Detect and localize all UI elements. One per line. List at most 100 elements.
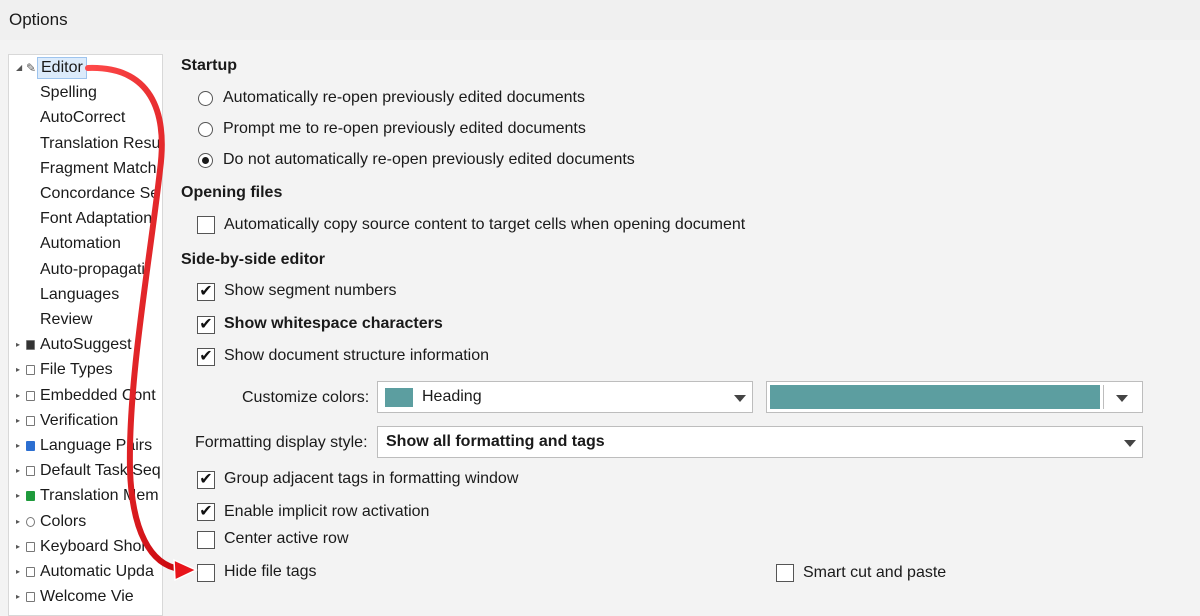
tree-item-label: Translation Resu xyxy=(40,134,161,152)
tree-item-label: File Types xyxy=(40,361,113,379)
tree-item-label: Spelling xyxy=(40,84,97,102)
tree-item-label: Auto-propagati xyxy=(40,260,145,278)
tree-item-verification[interactable]: ▸ Verification xyxy=(9,409,162,433)
chevron-down-icon xyxy=(1116,395,1128,402)
options-tree[interactable]: ◢ ✎ Editor Spelling AutoCorrect Translation R… xyxy=(8,54,163,616)
language-pairs-icon xyxy=(26,441,35,451)
reopen-auto-radio[interactable] xyxy=(198,91,213,106)
tree-item-default-task-seq[interactable]: ▸ Default Task Seq xyxy=(9,459,162,483)
reopen-never-label: Do not automatically re-open previously … xyxy=(223,151,635,168)
tree-item-colors[interactable]: ▸ Colors xyxy=(9,510,162,534)
pencil-icon: ✎ xyxy=(26,61,37,75)
tree-item-label: Language Pairs xyxy=(40,437,153,454)
tree-item-embedded-cont[interactable]: ▸ Embedded Cont xyxy=(9,384,162,408)
structure-info-label: Show document structure information xyxy=(224,347,490,364)
chevron-down-icon xyxy=(1124,440,1136,447)
expand-arrow-icon[interactable]: ▸ xyxy=(16,333,20,357)
colors-icon xyxy=(26,516,35,527)
tree-item-fragment-match[interactable]: Fragment Match xyxy=(9,157,162,181)
expand-arrow-icon[interactable]: ▸ xyxy=(16,384,20,408)
smart-cut-label: Smart cut and paste xyxy=(803,564,947,581)
tree-item-label: Verification xyxy=(40,411,119,429)
tree-item-concordance-se[interactable]: Concordance Se xyxy=(9,182,162,206)
expand-arrow-icon[interactable]: ▸ xyxy=(16,459,20,483)
tree-item-label: Fragment Match xyxy=(40,159,157,177)
expand-arrow-icon[interactable]: ▸ xyxy=(16,409,20,433)
tree-item-label: Concordance Se xyxy=(40,185,160,202)
tree-item-label: Welcome Vie xyxy=(40,588,134,606)
autosuggest-icon xyxy=(26,340,35,351)
expand-arrow-icon[interactable]: ▸ xyxy=(16,560,20,584)
expand-arrow-icon[interactable]: ▸ xyxy=(16,535,20,559)
tree-item-label: AutoCorrect xyxy=(40,109,126,127)
implicit-row-checkbox[interactable] xyxy=(197,503,215,521)
tree-item-translation-resu[interactable]: Translation Resu xyxy=(9,132,162,156)
tree-item-autocorrect[interactable]: AutoCorrect xyxy=(9,106,162,130)
formatting-style-dropdown[interactable]: Show all formatting and tags xyxy=(377,426,1143,458)
tree-item-language-pairs[interactable]: ▸ Language Pairs xyxy=(9,434,162,458)
expand-arrow-icon[interactable]: ▸ xyxy=(16,585,20,609)
group-tags-checkbox[interactable] xyxy=(197,471,215,489)
expand-arrow-icon[interactable]: ▸ xyxy=(16,434,20,458)
segment-numbers-checkbox[interactable] xyxy=(197,283,215,301)
formatting-style-label: Formatting display style: xyxy=(195,434,368,451)
reopen-auto-label: Automatically re-open previously edited … xyxy=(223,89,585,106)
segment-numbers-label: Show segment numbers xyxy=(224,282,397,299)
expand-arrow-icon[interactable]: ▸ xyxy=(16,510,20,534)
whitespace-checkbox[interactable] xyxy=(197,316,215,334)
tree-item-label: Translation Mem xyxy=(40,487,159,505)
tree-item-keyboard-shor[interactable]: ▸ Keyboard Shor xyxy=(9,535,162,559)
implicit-row-label: Enable implicit row activation xyxy=(224,503,430,520)
tree-item-auto-propagati[interactable]: Auto-propagati xyxy=(9,258,162,282)
center-row-checkbox[interactable] xyxy=(197,531,215,549)
tree-item-label: Embedded Cont xyxy=(40,386,156,404)
hide-file-tags-label: Hide file tags xyxy=(224,563,317,580)
tree-item-font-adaptation[interactable]: Font Adaptation xyxy=(9,207,162,231)
tree-item-label: Review xyxy=(40,311,93,328)
tree-item-label: Languages xyxy=(40,285,120,303)
reopen-never-radio[interactable] xyxy=(198,153,213,168)
window-title: Options xyxy=(9,10,68,29)
center-row-label: Center active row xyxy=(224,530,349,547)
tree-item-label: Automation xyxy=(40,235,121,253)
tree-item-label: Automatic Upda xyxy=(40,563,154,580)
task-sequence-icon xyxy=(26,466,35,477)
keyboard-icon xyxy=(26,541,35,552)
structure-info-checkbox[interactable] xyxy=(197,348,215,366)
tree-item-automatic-upda[interactable]: ▸ Automatic Upda xyxy=(9,560,162,584)
tree-item-review[interactable]: Review xyxy=(9,308,162,332)
update-icon xyxy=(26,567,35,577)
file-types-icon xyxy=(26,365,35,376)
group-tags-label: Group adjacent tags in formatting window xyxy=(224,470,519,487)
tree-item-automation[interactable]: Automation xyxy=(9,232,162,256)
tree-item-welcome-vie[interactable]: ▸ Welcome Vie xyxy=(9,585,162,609)
reopen-prompt-label: Prompt me to re-open previously edited d… xyxy=(223,120,586,137)
color-picker-dropdown[interactable] xyxy=(766,381,1143,413)
embedded-content-icon xyxy=(26,390,35,401)
tree-item-label: Keyboard Shor xyxy=(40,537,147,555)
tree-item-spelling[interactable]: Spelling xyxy=(9,81,162,105)
verification-icon xyxy=(26,415,35,426)
tree-item-file-types[interactable]: ▸ File Types xyxy=(9,358,162,382)
side-by-side-heading: Side-by-side editor xyxy=(181,251,326,268)
color-element-dropdown[interactable]: Heading xyxy=(377,381,753,413)
title-bar: Options xyxy=(0,0,1200,40)
reopen-prompt-radio[interactable] xyxy=(198,122,213,137)
color-element-value: Heading xyxy=(422,388,482,405)
tree-item-label: AutoSuggest xyxy=(40,336,132,354)
customize-colors-label: Customize colors: xyxy=(242,389,370,406)
formatting-style-value: Show all formatting and tags xyxy=(386,433,605,450)
tree-item-translation-mem[interactable]: ▸ Translation Mem xyxy=(9,484,162,508)
opening-files-heading: Opening files xyxy=(181,184,283,201)
collapse-arrow-icon[interactable]: ◢ xyxy=(16,56,22,80)
smart-cut-checkbox[interactable] xyxy=(776,564,794,582)
color-preview xyxy=(770,385,1100,409)
chevron-down-icon xyxy=(734,395,746,402)
expand-arrow-icon[interactable]: ▸ xyxy=(16,484,20,508)
expand-arrow-icon[interactable]: ▸ xyxy=(16,358,20,382)
hide-file-tags-checkbox[interactable] xyxy=(197,564,215,582)
tree-item-autosuggest[interactable]: ▸ AutoSuggest xyxy=(9,333,162,357)
tree-item-languages[interactable]: Languages xyxy=(9,283,162,307)
copy-source-checkbox[interactable] xyxy=(197,216,215,234)
tree-item-editor[interactable]: ◢ ✎ Editor xyxy=(9,56,162,80)
